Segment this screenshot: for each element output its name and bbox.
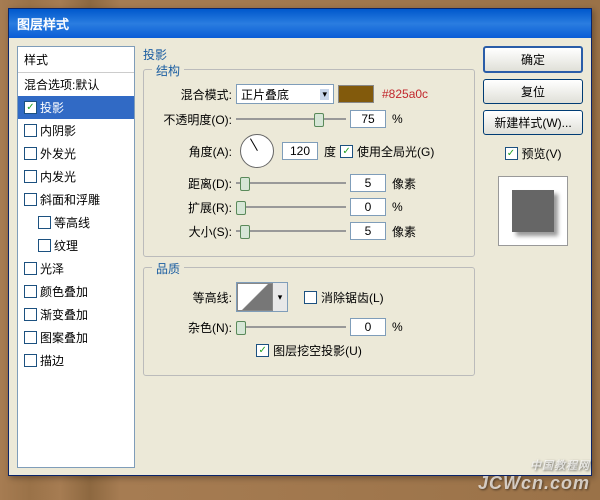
distance-label: 距离(D):: [154, 175, 232, 192]
global-light-label: 使用全局光(G): [357, 143, 434, 160]
structure-fieldset: 结构 混合模式: 正片叠底 ▾ #825a0c 不透明度(O): 75 %: [143, 69, 475, 257]
opacity-input[interactable]: 75: [350, 110, 386, 128]
color-swatch[interactable]: [338, 85, 374, 103]
ok-button[interactable]: 确定: [483, 46, 583, 73]
styles-header[interactable]: 样式: [18, 47, 134, 73]
preview-sample: [512, 190, 554, 232]
angle-label: 角度(A):: [154, 143, 232, 160]
watermark: 中国教程网 JCWcn.com: [478, 457, 590, 494]
knockout-label: 图层挖空投影(U): [273, 342, 362, 359]
quality-legend: 品质: [152, 260, 184, 277]
checkbox-icon[interactable]: ✓: [24, 308, 37, 321]
spread-label: 扩展(R):: [154, 199, 232, 216]
noise-slider[interactable]: [236, 318, 346, 336]
checkbox-icon[interactable]: ✓: [24, 262, 37, 275]
spread-slider[interactable]: [236, 198, 346, 216]
opacity-unit: %: [392, 112, 403, 126]
styles-list: 样式 混合选项:默认 ✓ 投影 ✓内阴影 ✓外发光 ✓内发光 ✓斜面和浮雕 ✓等…: [17, 46, 135, 468]
noise-label: 杂色(N):: [154, 319, 232, 336]
preview-label: 预览(V): [522, 145, 562, 162]
chevron-down-icon: ▾: [320, 89, 329, 100]
quality-fieldset: 品质 等高线: ▾ ✓ 消除锯齿(L) 杂色(N): 0 %: [143, 267, 475, 376]
dialog-content: 样式 混合选项:默认 ✓ 投影 ✓内阴影 ✓外发光 ✓内发光 ✓斜面和浮雕 ✓等…: [9, 38, 591, 476]
style-item-bevel[interactable]: ✓斜面和浮雕: [18, 188, 134, 211]
new-style-button[interactable]: 新建样式(W)...: [483, 110, 583, 135]
noise-unit: %: [392, 320, 403, 334]
angle-dial[interactable]: [240, 134, 274, 168]
global-light-checkbox[interactable]: ✓: [340, 145, 353, 158]
opacity-label: 不透明度(O):: [154, 111, 232, 128]
opacity-slider[interactable]: [236, 110, 346, 128]
blend-mode-select[interactable]: 正片叠底 ▾: [236, 84, 334, 104]
checkbox-icon[interactable]: ✓: [24, 101, 37, 114]
settings-panel: 投影 结构 混合模式: 正片叠底 ▾ #825a0c 不透明度(O): 75: [143, 46, 475, 468]
style-item-contour[interactable]: ✓等高线: [18, 211, 134, 234]
contour-swatch-icon: [237, 283, 273, 311]
style-item-pattern-overlay[interactable]: ✓图案叠加: [18, 326, 134, 349]
checkbox-icon[interactable]: ✓: [38, 216, 51, 229]
color-annotation: #825a0c: [382, 87, 428, 101]
distance-slider[interactable]: [236, 174, 346, 192]
size-input[interactable]: 5: [350, 222, 386, 240]
style-item-texture[interactable]: ✓纹理: [18, 234, 134, 257]
layer-style-dialog: 图层样式 样式 混合选项:默认 ✓ 投影 ✓内阴影 ✓外发光 ✓内发光 ✓斜面和…: [8, 8, 592, 476]
chevron-down-icon: ▾: [273, 283, 287, 311]
anti-alias-checkbox[interactable]: ✓: [304, 291, 317, 304]
size-slider[interactable]: [236, 222, 346, 240]
style-item-gradient-overlay[interactable]: ✓渐变叠加: [18, 303, 134, 326]
panel-title: 投影: [143, 46, 475, 63]
spread-input[interactable]: 0: [350, 198, 386, 216]
cancel-button[interactable]: 复位: [483, 79, 583, 104]
size-label: 大小(S):: [154, 223, 232, 240]
knockout-checkbox[interactable]: ✓: [256, 344, 269, 357]
contour-picker[interactable]: ▾: [236, 282, 288, 312]
checkbox-icon[interactable]: ✓: [24, 331, 37, 344]
contour-label: 等高线:: [154, 289, 232, 306]
blend-mode-label: 混合模式:: [154, 86, 232, 103]
blending-options-item[interactable]: 混合选项:默认: [18, 73, 134, 96]
style-item-inner-glow[interactable]: ✓内发光: [18, 165, 134, 188]
size-unit: 像素: [392, 223, 416, 240]
dialog-title: 图层样式: [17, 17, 69, 32]
style-item-satin[interactable]: ✓光泽: [18, 257, 134, 280]
style-item-outer-glow[interactable]: ✓外发光: [18, 142, 134, 165]
checkbox-icon[interactable]: ✓: [24, 285, 37, 298]
structure-legend: 结构: [152, 62, 184, 79]
dialog-titlebar[interactable]: 图层样式: [9, 9, 591, 38]
distance-input[interactable]: 5: [350, 174, 386, 192]
preview-box: [498, 176, 568, 246]
checkbox-icon[interactable]: ✓: [24, 354, 37, 367]
style-item-stroke[interactable]: ✓描边: [18, 349, 134, 372]
checkbox-icon[interactable]: ✓: [24, 170, 37, 183]
style-item-drop-shadow[interactable]: ✓ 投影: [18, 96, 134, 119]
checkbox-icon[interactable]: ✓: [24, 193, 37, 206]
checkbox-icon[interactable]: ✓: [24, 147, 37, 160]
spread-unit: %: [392, 200, 403, 214]
preview-checkbox[interactable]: ✓: [505, 147, 518, 160]
checkbox-icon[interactable]: ✓: [24, 124, 37, 137]
angle-input[interactable]: 120: [282, 142, 318, 160]
noise-input[interactable]: 0: [350, 318, 386, 336]
right-panel: 确定 复位 新建样式(W)... ✓ 预览(V): [483, 46, 583, 468]
checkbox-icon[interactable]: ✓: [38, 239, 51, 252]
style-item-color-overlay[interactable]: ✓颜色叠加: [18, 280, 134, 303]
style-item-inner-shadow[interactable]: ✓内阴影: [18, 119, 134, 142]
anti-alias-label: 消除锯齿(L): [321, 289, 384, 306]
angle-unit: 度: [324, 143, 336, 160]
distance-unit: 像素: [392, 175, 416, 192]
